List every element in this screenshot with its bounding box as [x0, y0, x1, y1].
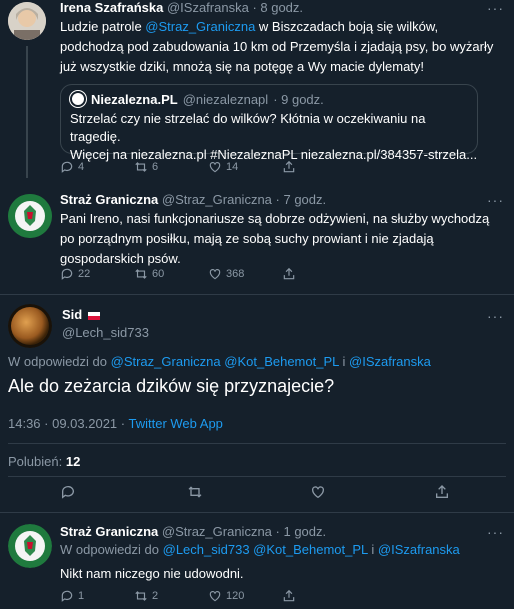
like-button[interactable]: 14 [208, 160, 282, 174]
like-button[interactable]: 120 [208, 589, 282, 603]
more-options-icon[interactable]: ··· [487, 0, 504, 16]
retweet-button[interactable]: 2 [134, 589, 208, 603]
tweet-text: Pani Ireno, nasi funkcjonariusze są dobr… [60, 211, 490, 266]
retweet-icon [135, 162, 147, 172]
quote-avatar-icon [70, 91, 86, 107]
reply-mention-last[interactable]: @ISzafranska [349, 354, 431, 369]
reply-mentions[interactable]: @Lech_sid733 @Kot_Behemot_PL [163, 542, 368, 557]
reply-icon [61, 590, 73, 602]
reply-mention-last[interactable]: @ISzafranska [378, 542, 460, 557]
author-name[interactable]: Straż Graniczna [60, 524, 158, 539]
retweet-count: 60 [152, 268, 165, 280]
quote-author-handle: @niezaleznapl [182, 91, 269, 107]
divider [0, 512, 514, 513]
reply-count: 1 [78, 590, 85, 602]
tweet-time[interactable]: · 1 godz. [276, 524, 327, 539]
share-icon[interactable] [434, 484, 450, 500]
like-button[interactable]: 368 [208, 267, 282, 281]
author-name[interactable]: Irena Szafrańska [60, 0, 163, 15]
author-handle[interactable]: @Lech_sid733 [62, 325, 149, 340]
avatar-straz-graniczna[interactable] [8, 194, 52, 238]
heart-icon [209, 269, 221, 280]
retweet-button[interactable]: 60 [134, 267, 208, 281]
likes-summary[interactable]: Polubień: 12 [8, 454, 80, 469]
tweet-text: Nikt nam niczego nie udowodni. [60, 566, 244, 581]
more-options-icon[interactable]: ··· [487, 524, 504, 540]
share-button[interactable] [282, 589, 356, 603]
author-handle[interactable]: @ISzafranska [167, 0, 249, 15]
retweet-icon[interactable] [187, 484, 203, 500]
more-options-icon[interactable]: ··· [487, 192, 504, 208]
share-icon [283, 160, 295, 173]
reply-context: W odpowiedzi do @Lech_sid733 @Kot_Behemo… [60, 542, 460, 557]
tweet-time[interactable]: · 8 godz. [252, 0, 303, 15]
source-link[interactable]: Twitter Web App [128, 416, 222, 431]
heart-icon[interactable] [310, 484, 326, 500]
reply-button[interactable]: 4 [60, 160, 134, 174]
divider [0, 294, 514, 295]
likes-count: 12 [65, 454, 81, 469]
retweet-icon [135, 269, 147, 279]
author-name[interactable]: Straż Graniczna [60, 192, 158, 207]
reply-icon [61, 268, 73, 280]
tweet-actions: 4 6 14 [60, 160, 356, 174]
thread-line [26, 46, 28, 178]
retweet-count: 2 [152, 590, 159, 602]
share-button[interactable] [282, 267, 356, 281]
reply-icon [61, 161, 73, 173]
share-icon [283, 589, 295, 602]
reply-count: 4 [78, 161, 85, 173]
like-count: 14 [226, 161, 239, 173]
retweet-button[interactable]: 6 [134, 160, 208, 174]
avatar-straz-graniczna[interactable] [8, 524, 52, 568]
tweet-actions: 1 2 120 [60, 589, 356, 603]
reply-icon[interactable] [60, 484, 76, 500]
share-icon [283, 267, 295, 280]
divider [8, 443, 506, 444]
quote-text-line1: Strzelać czy nie strzelać do wilków? Kłó… [70, 111, 426, 144]
like-count: 120 [226, 590, 245, 602]
author-name[interactable]: Sid [62, 307, 82, 322]
tweet-text: Ale do zeżarcia dzików się przyznajecie? [8, 376, 335, 396]
quoted-tweet[interactable]: Niezalezna.PL @niezaleznapl · 9 godz. St… [60, 84, 478, 162]
reply-button[interactable]: 22 [60, 267, 134, 281]
mention-link[interactable]: @Straz_Graniczna [145, 19, 255, 34]
reply-context: W odpowiedzi do @Straz_Graniczna @Kot_Be… [8, 354, 431, 369]
heart-icon [209, 591, 221, 602]
divider [8, 476, 506, 477]
tweet-actions [0, 484, 514, 502]
tweet-straz-1[interactable]: Straż Graniczna @Straz_Graniczna · 7 god… [0, 186, 514, 290]
avatar-sid[interactable] [8, 304, 52, 348]
avatar-irena[interactable] [8, 2, 46, 40]
retweet-count: 6 [152, 161, 159, 173]
tweet-straz-2[interactable]: Straż Graniczna @Straz_Graniczna · 1 god… [0, 516, 514, 609]
reply-mentions[interactable]: @Straz_Graniczna @Kot_Behemot_PL [111, 354, 339, 369]
author-handle[interactable]: @Straz_Graniczna [162, 524, 272, 539]
tweet-time[interactable]: · 7 godz. [276, 192, 327, 207]
tweet-timestamp: 14:36 · 09.03.2021 · Twitter Web App [8, 416, 223, 431]
quote-time: · 9 godz. [273, 91, 324, 107]
reply-button[interactable]: 1 [60, 589, 134, 603]
retweet-icon [135, 591, 147, 601]
tweet-text: Ludzie patrole @Straz_Graniczna w Biszcz… [60, 19, 494, 74]
heart-icon [209, 162, 221, 173]
poland-flag-icon [87, 311, 100, 320]
reply-count: 22 [78, 268, 91, 280]
tweet-actions: 22 60 368 [60, 267, 356, 281]
tweet-sid-focused[interactable]: Sid @Lech_sid733 ··· W odpowiedzi do @St… [0, 296, 514, 502]
share-button[interactable] [282, 160, 356, 174]
more-options-icon[interactable]: ··· [487, 308, 504, 324]
quote-author-name: Niezalezna.PL [91, 91, 178, 107]
author-handle[interactable]: @Straz_Graniczna [162, 192, 272, 207]
tweet-irena[interactable]: Irena Szafrańska @ISzafranska · 8 godz. … [0, 0, 514, 178]
like-count: 368 [226, 268, 245, 280]
